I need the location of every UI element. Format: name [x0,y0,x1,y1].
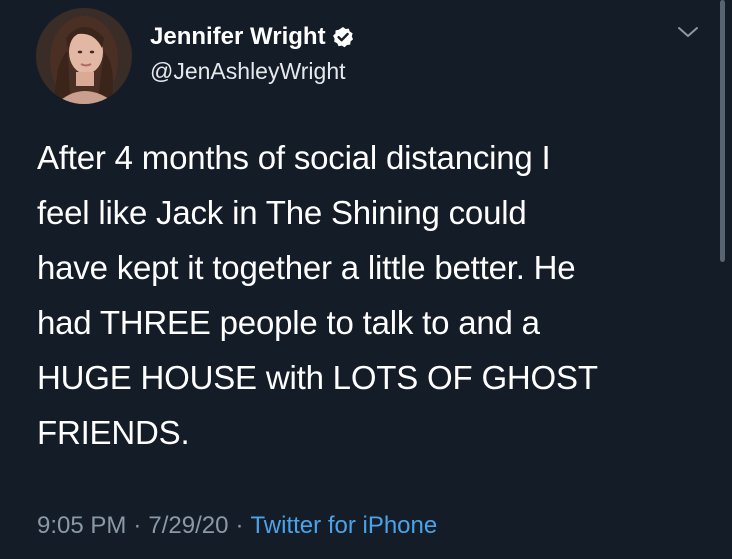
tweet-text: After 4 months of social distancing I fe… [37,130,687,460]
author-handle[interactable]: @JenAshleyWright [150,58,346,85]
tweet-text-line: HUGE HOUSE with LOTS OF GHOST [37,359,598,396]
scrollbar[interactable] [720,0,725,262]
tweet-meta: 9:05 PM · 7/29/20 · Twitter for iPhone [37,512,437,540]
tweet-time[interactable]: 9:05 PM [37,512,126,540]
avatar-photo [36,8,132,104]
author-name-row[interactable]: Jennifer Wright [150,22,354,52]
tweet-text-line: have kept it together a little better. H… [37,249,576,286]
tweet-date[interactable]: 7/29/20 [148,512,228,540]
tweet-text-line: FRIENDS. [37,414,190,451]
chevron-down-icon[interactable] [676,24,700,40]
tweet-source-link[interactable]: Twitter for iPhone [250,512,437,540]
tweet-card: Jennifer Wright @JenAshleyWright After 4… [0,0,732,559]
tweet-text-line: feel like Jack in The Shining could [37,194,527,231]
meta-separator: · [133,512,142,539]
verified-badge-icon [332,26,354,48]
tweet-text-line: After 4 months of social distancing I [37,139,551,176]
display-name[interactable]: Jennifer Wright [150,23,326,51]
meta-separator: · [235,512,244,539]
tweet-text-line: had THREE people to talk to and a [37,304,540,341]
avatar[interactable] [36,8,132,104]
